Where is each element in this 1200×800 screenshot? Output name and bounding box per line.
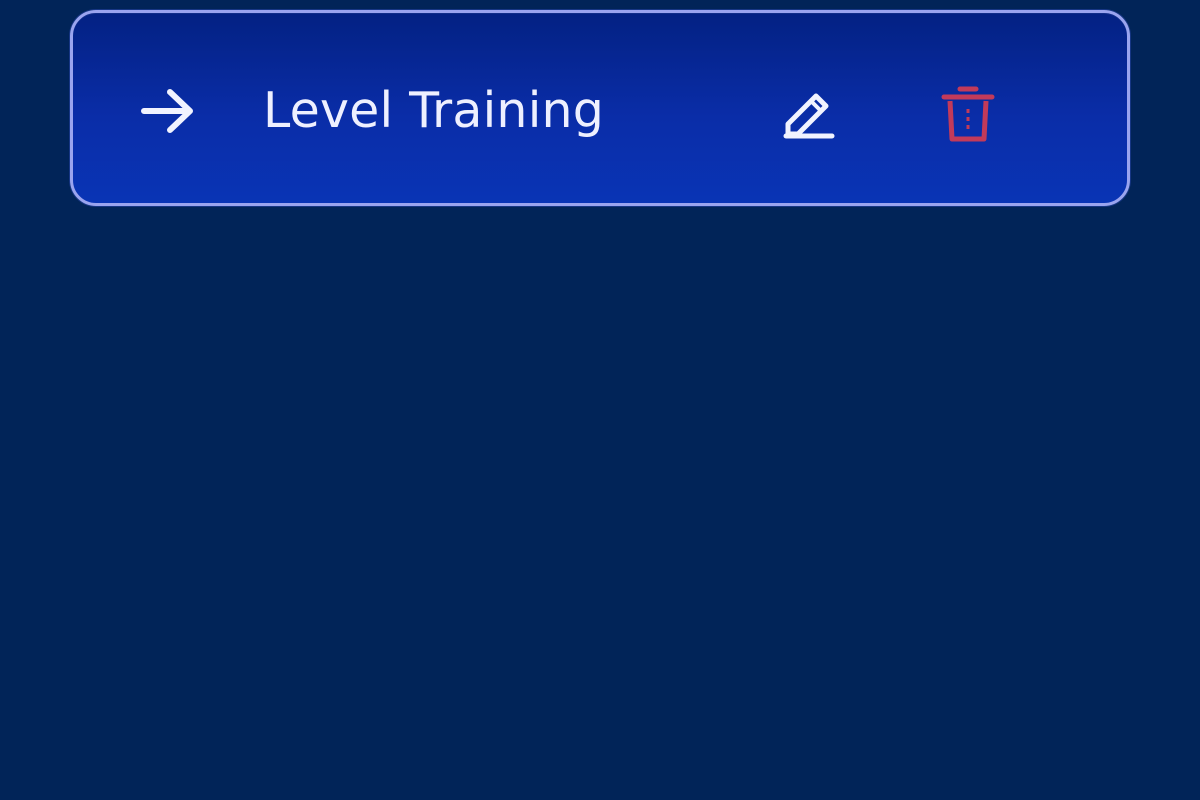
- arrow-right-icon[interactable]: [139, 81, 199, 141]
- list-item[interactable]: Level Training: [70, 10, 1130, 206]
- trash-icon: [938, 83, 998, 145]
- delete-button[interactable]: [933, 79, 1003, 149]
- pencil-icon: [780, 86, 836, 140]
- app-screen: Level Training: [0, 0, 1200, 800]
- edit-button[interactable]: [773, 81, 843, 145]
- list-item-label: Level Training: [263, 82, 605, 139]
